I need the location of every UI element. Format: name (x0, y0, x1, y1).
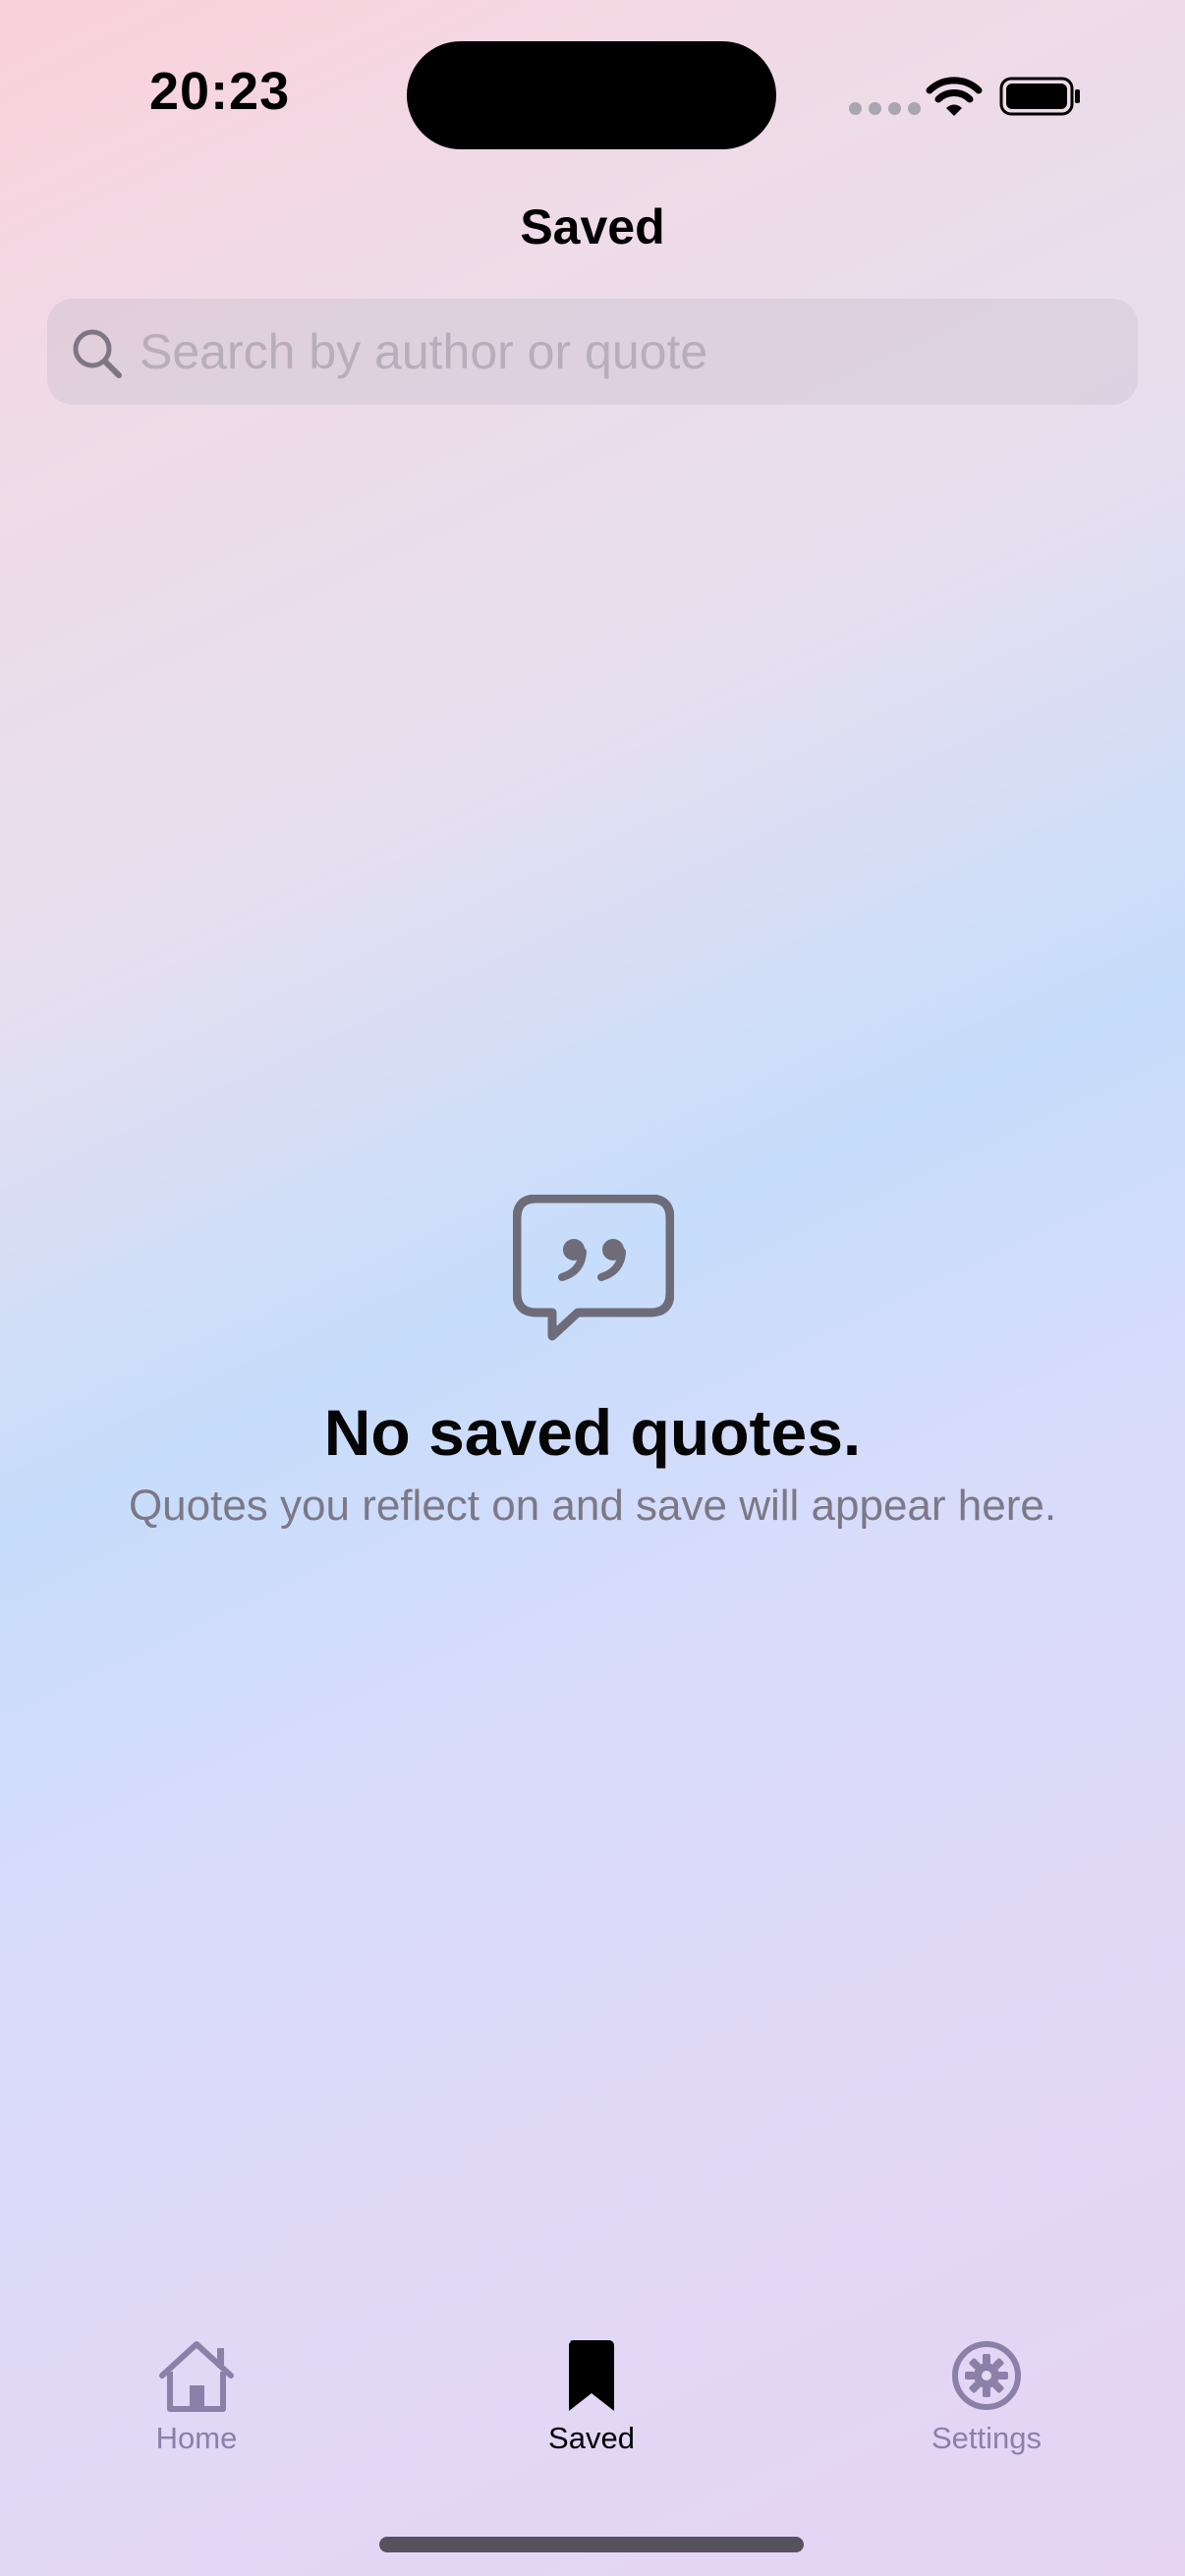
tab-settings[interactable]: Settings (869, 2338, 1104, 2456)
gear-icon (952, 2341, 1021, 2410)
dynamic-island (407, 41, 776, 149)
search-input[interactable] (140, 299, 1112, 405)
quote-bubble-icon (513, 1195, 674, 1341)
tab-saved-label: Saved (548, 2421, 635, 2455)
status-time: 20:23 (149, 62, 291, 121)
search-bar[interactable] (47, 299, 1138, 405)
tab-saved[interactable]: Saved (474, 2338, 709, 2456)
cellular-dots-icon (849, 102, 921, 115)
bookmark-icon (569, 2340, 614, 2411)
tab-home-label: Home (155, 2421, 238, 2455)
home-indicator[interactable] (379, 2537, 804, 2552)
search-icon (73, 329, 122, 378)
page-title: Saved (520, 199, 665, 254)
tab-home[interactable]: Home (79, 2338, 314, 2456)
house-icon (159, 2341, 234, 2412)
tab-settings-label: Settings (931, 2421, 1042, 2455)
empty-state-subtitle: Quotes you reflect on and save will appe… (128, 1482, 1057, 1530)
empty-state-title: No saved quotes. (323, 1396, 862, 1469)
battery-icon (999, 77, 1080, 116)
wifi-icon (926, 77, 983, 116)
